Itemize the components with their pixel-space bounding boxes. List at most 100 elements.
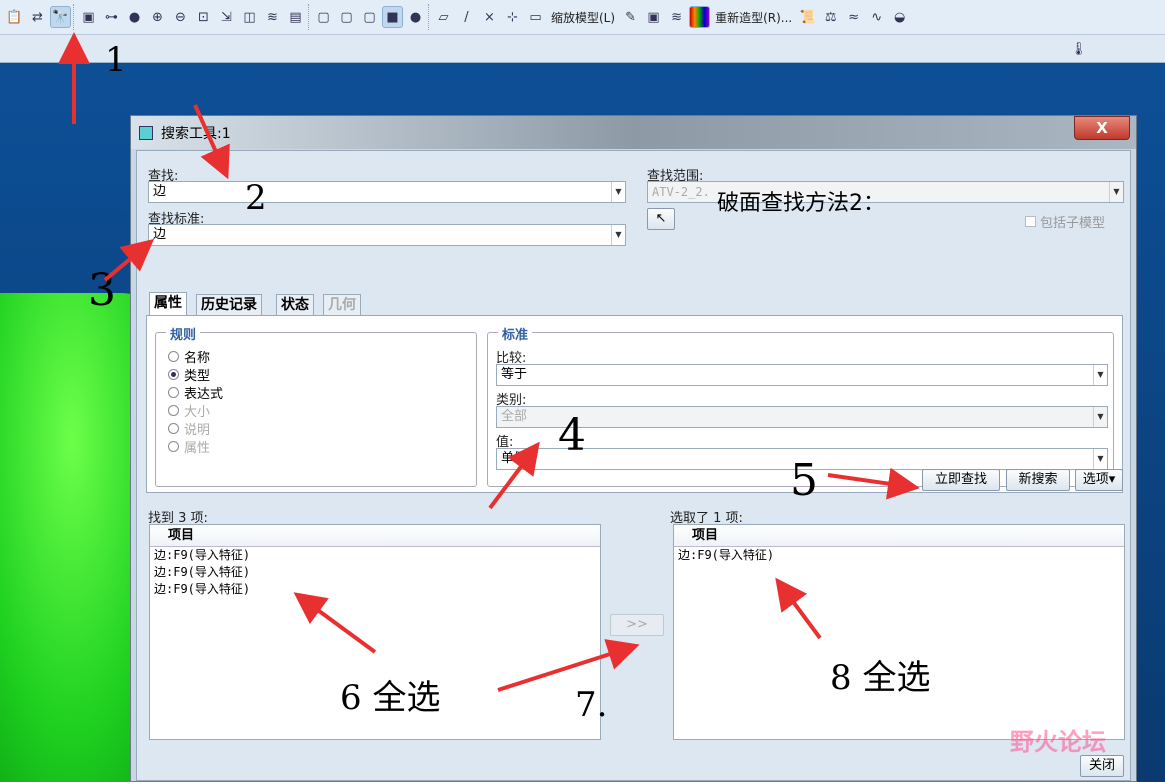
rule-radio[interactable]: 类型 — [168, 365, 210, 384]
zoom-in-icon[interactable]: ⊕ — [147, 6, 168, 28]
radio-button[interactable] — [168, 351, 179, 362]
include-submodels-checkbox[interactable]: 包括子模型 — [1025, 212, 1105, 231]
zoom-model-button[interactable]: 缩放模型(L) — [548, 9, 618, 26]
axis-display-icon[interactable]: / — [456, 6, 477, 28]
rule-radio: 属性 — [168, 437, 210, 456]
dialog-title: 搜索工具:1 — [161, 125, 231, 142]
rainbow-icon[interactable]: ◒ — [889, 6, 910, 28]
look-for-value: 边 — [153, 184, 167, 199]
chevron-down-icon[interactable]: ▼ — [1093, 407, 1107, 427]
secondary-toolbar: 🌡 — [0, 35, 1165, 63]
tab-history[interactable]: 历史记录 — [196, 294, 262, 316]
mark-7: 7. — [575, 685, 608, 725]
checkbox-box[interactable] — [1025, 216, 1036, 227]
brush-icon[interactable]: ✎ — [620, 6, 641, 28]
restyle-button[interactable]: 重新造型(R)... — [712, 9, 795, 26]
shaded-icon[interactable]: ■ — [382, 6, 403, 28]
node-icon[interactable]: ⊶ — [101, 6, 122, 28]
selected-list[interactable]: 项目 边:F9(导入特征) — [673, 524, 1125, 740]
scroll-icon[interactable]: 📜 — [797, 6, 818, 28]
tab-geometry: 几何 — [323, 294, 361, 316]
chevron-down-icon[interactable]: ▼ — [1093, 365, 1107, 385]
spin-center-icon[interactable]: ● — [405, 6, 426, 28]
rules-group: 规则 名称 类型 表达式 大小 说明 属性 — [155, 324, 477, 487]
layers-icon[interactable]: ≋ — [666, 6, 687, 28]
tab-status[interactable]: 状态 — [276, 294, 314, 316]
sketch-icon[interactable]: ▣ — [643, 6, 664, 28]
rule-radio: 大小 — [168, 401, 210, 420]
value-value: 单侧 — [501, 451, 528, 466]
look-for-select[interactable]: 边 ▼ — [148, 181, 626, 203]
curvature-icon[interactable]: ≈ — [843, 6, 864, 28]
new-search-button[interactable]: 新搜索 — [1006, 469, 1070, 491]
compare-select[interactable]: 等于 ▼ — [496, 364, 1108, 386]
layers-icon[interactable]: ≋ — [262, 6, 283, 28]
rule-label: 大小 — [184, 405, 211, 420]
mark-8: 8 全选 — [830, 658, 931, 698]
mark-4: 4 — [558, 410, 586, 461]
list-item[interactable]: 边:F9(导入特征) — [674, 547, 1124, 564]
wireframe-icon[interactable]: ▢ — [313, 6, 334, 28]
found-list-header[interactable]: 项目 — [150, 525, 600, 547]
chevron-down-icon[interactable]: ▼ — [611, 225, 625, 245]
weight-icon[interactable]: ⚖ — [820, 6, 841, 28]
dialog-title-bar[interactable]: 搜索工具:1 X — [131, 116, 1136, 149]
wave-icon[interactable]: ∿ — [866, 6, 887, 28]
regenerate-icon[interactable]: ⇄ — [27, 6, 48, 28]
select-pointer-button[interactable]: ↖ — [647, 208, 675, 230]
radio-button — [168, 405, 179, 416]
paste-icon[interactable]: 📋 — [4, 6, 25, 28]
rule-label: 名称 — [184, 351, 211, 366]
orient-icon[interactable]: ⇲ — [216, 6, 237, 28]
selected-list-header[interactable]: 项目 — [674, 525, 1124, 547]
main-toolbar: 📋 ⇄ 🔭 ▣ ⊶ ● ⊕ ⊖ ⊡ ⇲ ◫ ≋ ▤ ▢ ▢ ▢ ■ ● ▱ / … — [0, 0, 1165, 35]
chevron-down-icon[interactable]: ▼ — [1109, 182, 1123, 202]
tab-properties[interactable]: 属性 — [149, 292, 187, 316]
list-item[interactable]: 边:F9(导入特征) — [150, 581, 600, 598]
hidden-line-icon[interactable]: ▢ — [336, 6, 357, 28]
mark-3: 3 — [88, 265, 116, 316]
include-submodels-label: 包括子模型 — [1040, 216, 1106, 231]
options-label: 选项 — [1082, 472, 1109, 487]
mark-1: 1 — [105, 40, 127, 80]
rule-radio[interactable]: 名称 — [168, 347, 210, 366]
shading-icon[interactable]: ● — [124, 6, 145, 28]
category-select[interactable]: 全部 ▼ — [496, 406, 1108, 428]
list-item[interactable]: 边:F9(导入特征) — [150, 564, 600, 581]
find-now-button[interactable]: 立即查找 — [922, 469, 1000, 491]
separator — [428, 4, 431, 30]
thermometer-icon[interactable]: 🌡 — [1068, 38, 1089, 60]
criteria-select[interactable]: 边 ▼ — [148, 224, 626, 246]
radio-button — [168, 441, 179, 452]
search-tool-dialog: 搜索工具:1 X 查找: 边 ▼ 查找标准: 边 ▼ 查找范围: ATV-2_2. ▼… — [130, 115, 1137, 782]
color-bars-icon[interactable] — [689, 6, 711, 28]
annotation-icon[interactable]: ◫ — [239, 6, 260, 28]
separator — [308, 4, 311, 30]
radio-button[interactable] — [168, 369, 179, 380]
chevron-down-icon[interactable]: ▼ — [611, 182, 625, 202]
close-button[interactable]: X — [1074, 116, 1130, 140]
view-manager-icon[interactable]: ▤ — [285, 6, 306, 28]
zoom-out-icon[interactable]: ⊖ — [170, 6, 191, 28]
csys-display-icon[interactable]: ⊹ — [502, 6, 523, 28]
radio-button[interactable] — [168, 387, 179, 398]
move-selection-button: >> — [610, 614, 664, 636]
rule-radio: 说明 — [168, 419, 210, 438]
refit-icon[interactable]: ⊡ — [193, 6, 214, 28]
category-value: 全部 — [501, 409, 528, 424]
rule-radio[interactable]: 表达式 — [168, 383, 223, 402]
scope-value: ATV-2_2. — [652, 185, 710, 199]
options-button[interactable]: 选项▾ — [1075, 469, 1123, 491]
compare-value: 等于 — [501, 367, 528, 382]
list-item[interactable]: 边:F9(导入特征) — [150, 547, 600, 564]
search-binoculars-icon[interactable]: 🔭 — [50, 6, 71, 28]
no-hidden-icon[interactable]: ▢ — [359, 6, 380, 28]
rule-label: 类型 — [184, 369, 211, 384]
chevron-down-icon[interactable]: ▼ — [1093, 449, 1107, 469]
close-dialog-button[interactable]: 关闭 — [1080, 755, 1124, 777]
dialog-body: 查找: 边 ▼ 查找标准: 边 ▼ 查找范围: ATV-2_2. ▼ ↖ 破面查找方法… — [136, 150, 1131, 781]
point-display-icon[interactable]: × — [479, 6, 500, 28]
plane-display-icon[interactable]: ▱ — [433, 6, 454, 28]
annotation-display-icon[interactable]: ▭ — [525, 6, 546, 28]
sketch-view-icon[interactable]: ▣ — [78, 6, 99, 28]
